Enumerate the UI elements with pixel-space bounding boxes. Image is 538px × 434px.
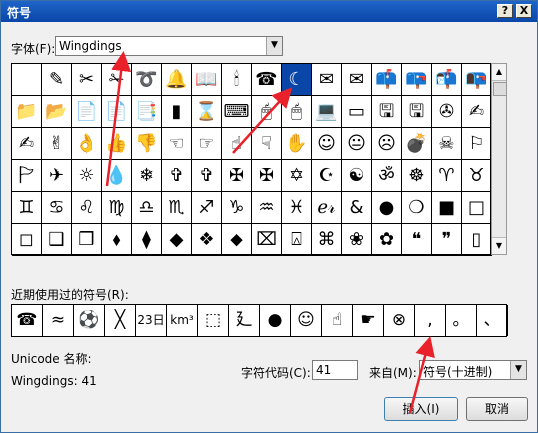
symbol-dialog: 符号 ? X 字体(F): Wingdings ▼ ✎ ✂ ✁ ➰ 🔔 📖 🕯 ☎ ☾ ✉ ✉ 📫 📪 📬… xyxy=(0,0,538,433)
arrow-to-font-select xyxy=(105,51,132,187)
arrow-to-insert-button xyxy=(408,336,435,414)
arrow-to-selected-symbol xyxy=(232,87,293,154)
annotation-arrows xyxy=(105,51,435,414)
